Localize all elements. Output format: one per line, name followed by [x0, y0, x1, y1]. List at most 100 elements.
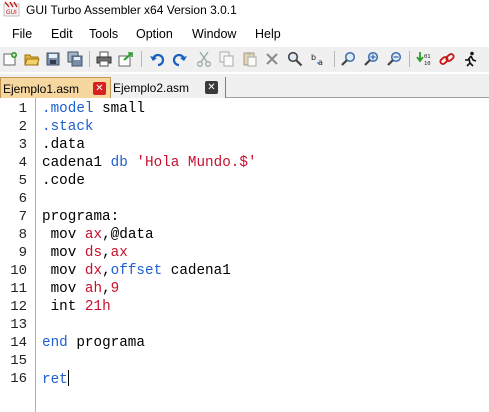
code-editor[interactable]: 1 2 3 4 5 6 7 8 9 10 11 12 13 14 15 16 .… [0, 98, 489, 412]
svg-text:01: 01 [424, 54, 431, 60]
code-text: programa [67, 335, 145, 351]
code-text: .code [42, 173, 85, 189]
code-text: small [93, 101, 145, 117]
cut-icon[interactable] [195, 50, 213, 68]
tab-label: Ejemplo2.asm [113, 81, 190, 95]
line-number: 16 [10, 371, 27, 387]
code-line: mov dx,offset cadena1 [42, 262, 231, 280]
line-number: 13 [10, 317, 27, 333]
toolbar: ba 01 10 [0, 47, 489, 72]
line-number: 9 [18, 245, 27, 261]
menu-window[interactable]: Window [192, 27, 236, 41]
replace-icon[interactable]: ba [310, 50, 328, 68]
instruction: mov [42, 263, 85, 279]
zoom-icon[interactable] [340, 50, 358, 68]
copy-icon[interactable] [218, 50, 236, 68]
line-number: 2 [18, 119, 27, 135]
document-tab-bar: Ejemplo1.asm ✕ Ejemplo2.asm ✕ [0, 74, 489, 98]
code-text: .data [42, 137, 85, 153]
line-number: 3 [18, 137, 27, 153]
toolbar-separator [409, 51, 410, 67]
menu-bar: File Edit Tools Option Window Help [0, 24, 489, 44]
title-bar: GUI GUI Turbo Assembler x64 Version 3.0.… [0, 0, 489, 20]
zoom-out-icon[interactable] [386, 50, 404, 68]
register: ds [84, 245, 103, 261]
code-text: , [102, 245, 111, 261]
menu-tools[interactable]: Tools [89, 27, 118, 41]
svg-text:GUI: GUI [6, 9, 17, 16]
toolbar-separator [89, 51, 90, 67]
run-icon[interactable] [461, 50, 479, 68]
save-icon[interactable] [44, 50, 62, 68]
code-line: int 21h [42, 298, 111, 316]
register: dx [84, 263, 103, 279]
label: programa: [42, 209, 120, 225]
delete-icon[interactable] [263, 50, 281, 68]
code-line: .data [42, 136, 85, 154]
code-text: , [102, 263, 111, 279]
find-icon[interactable] [286, 50, 304, 68]
line-number-gutter: 1 2 3 4 5 6 7 8 9 10 11 12 13 14 15 16 [0, 98, 36, 412]
menu-edit[interactable]: Edit [51, 27, 73, 41]
new-file-icon[interactable] [1, 50, 19, 68]
code-line: mov ah,9 [42, 280, 120, 298]
paste-icon[interactable] [241, 50, 259, 68]
tab-ejemplo2[interactable]: Ejemplo2.asm ✕ [111, 77, 226, 98]
line-number: 14 [10, 335, 27, 351]
number-literal: 9 [110, 281, 120, 297]
keyword: db [110, 155, 128, 171]
svg-text:10: 10 [424, 61, 431, 67]
code-line: .stack [42, 118, 93, 136]
export-icon[interactable] [117, 50, 135, 68]
menu-option[interactable]: Option [136, 27, 173, 41]
line-number: 15 [10, 353, 27, 369]
toolbar-separator [334, 51, 335, 67]
line-number: 12 [10, 299, 27, 315]
compile-icon[interactable]: 01 10 [415, 50, 433, 68]
save-all-icon[interactable] [66, 50, 84, 68]
code-text: cadena1 [162, 263, 231, 279]
window-title: GUI Turbo Assembler x64 Version 3.0.1 [26, 3, 237, 17]
app-icon: GUI [3, 1, 20, 17]
instruction: int [42, 299, 85, 315]
menu-file[interactable]: File [12, 27, 32, 41]
code-line: cadena1 db 'Hola Mundo.$' [42, 154, 257, 172]
code-line: end programa [42, 334, 145, 352]
instruction: mov [42, 227, 85, 243]
line-number: 10 [10, 263, 27, 279]
line-number: 11 [10, 281, 27, 297]
redo-icon[interactable] [171, 50, 189, 68]
code-line: ret [42, 370, 69, 388]
svg-text:b: b [311, 53, 316, 62]
keyword: offset [110, 263, 163, 279]
text-cursor [67, 370, 69, 386]
tab-ejemplo1[interactable]: Ejemplo1.asm ✕ [0, 77, 111, 98]
register: ax [110, 245, 128, 261]
directive: .stack [42, 119, 94, 135]
print-icon[interactable] [95, 50, 113, 68]
menu-help[interactable]: Help [255, 27, 281, 41]
code-line: .code [42, 172, 85, 190]
keyword: ret [42, 372, 68, 388]
zoom-in-icon[interactable] [363, 50, 381, 68]
register: ax [84, 227, 103, 243]
code-line: .model small [42, 100, 145, 118]
line-number: 4 [18, 155, 27, 171]
code-text: cadena1 [42, 155, 111, 171]
close-icon[interactable]: ✕ [205, 81, 218, 94]
line-number: 8 [18, 227, 27, 243]
code-line: mov ax,@data [42, 226, 154, 244]
tab-label: Ejemplo1.asm [3, 82, 80, 96]
link-icon[interactable] [438, 50, 456, 68]
instruction: mov [42, 245, 85, 261]
code-text: ,@data [102, 227, 154, 243]
number-literal: 21h [84, 299, 111, 315]
undo-icon[interactable] [148, 50, 166, 68]
line-number: 1 [18, 101, 27, 117]
line-number: 5 [18, 173, 27, 189]
open-folder-icon[interactable] [23, 50, 41, 68]
directive: .model [42, 101, 94, 117]
instruction: mov [42, 281, 85, 297]
code-line: mov ds,ax [42, 244, 128, 262]
close-icon[interactable]: ✕ [93, 82, 106, 95]
